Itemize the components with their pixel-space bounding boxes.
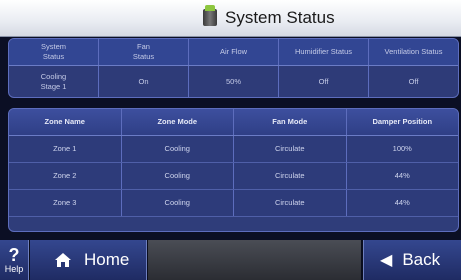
home-button[interactable]: Home [30, 240, 147, 280]
status-header-fan: Fan Status [99, 39, 189, 65]
zone-mode: Cooling [122, 190, 234, 216]
footer-spacer [148, 240, 361, 280]
zone-table-header: Zone Name Zone Mode Fan Mode Damper Posi… [9, 109, 458, 136]
zone-fan-mode: Circulate [234, 190, 347, 216]
status-value-humidifier: Off [279, 66, 369, 97]
status-header-airflow: Air Flow [189, 39, 279, 65]
title-bar: System Status [0, 0, 461, 37]
zone-mode: Cooling [122, 136, 234, 162]
status-header-humidifier: Humidifier Status [279, 39, 369, 65]
zone-header-damper: Damper Position [372, 117, 433, 126]
status-value-ventilation: Off [408, 76, 419, 86]
help-label: Help [4, 264, 24, 274]
zone-name: Zone 1 [9, 136, 122, 162]
status-header-row: System Status Fan Status Air Flow Humidi… [9, 39, 458, 66]
table-row[interactable]: Zone 2 Cooling Circulate 44% [9, 163, 458, 190]
zone-header-name: Zone Name [9, 109, 122, 135]
status-header-ventilation: Ventilation Status [384, 47, 443, 56]
table-row[interactable]: Zone 1 Cooling Circulate 100% [9, 136, 458, 163]
back-label: Back [402, 250, 441, 269]
page-title: System Status [225, 8, 335, 27]
status-value-system: Cooling Stage 1 [9, 66, 99, 97]
question-icon: ? [8, 245, 20, 265]
system-status-panel: System Status Fan Status Air Flow Humidi… [8, 38, 459, 98]
thermostat-unit-icon [203, 5, 217, 26]
zone-header-fan-mode: Fan Mode [234, 109, 347, 135]
zone-header-mode: Zone Mode [122, 109, 234, 135]
help-button[interactable]: ? Help [0, 240, 29, 280]
home-icon [55, 253, 71, 267]
zone-damper-position: 100% [392, 144, 412, 153]
status-value-airflow: 50% [189, 66, 279, 97]
home-label: Home [84, 250, 130, 269]
zone-fan-mode: Circulate [234, 163, 347, 189]
zone-damper-position: 44% [394, 171, 410, 180]
status-header-system: System Status [9, 39, 99, 65]
zone-name: Zone 2 [9, 163, 122, 189]
back-arrow-icon: ◀ [380, 252, 393, 269]
zone-mode: Cooling [122, 163, 234, 189]
status-values-row: Cooling Stage 1 On 50% Off Off [9, 66, 458, 97]
zone-table: Zone Name Zone Mode Fan Mode Damper Posi… [8, 108, 459, 232]
table-row[interactable]: Zone 3 Cooling Circulate 44% [9, 190, 458, 217]
zone-name: Zone 3 [9, 190, 122, 216]
back-button[interactable]: ◀ Back [363, 240, 461, 280]
zone-fan-mode: Circulate [234, 136, 347, 162]
status-value-fan: On [99, 66, 189, 97]
zone-damper-position: 44% [394, 198, 410, 207]
